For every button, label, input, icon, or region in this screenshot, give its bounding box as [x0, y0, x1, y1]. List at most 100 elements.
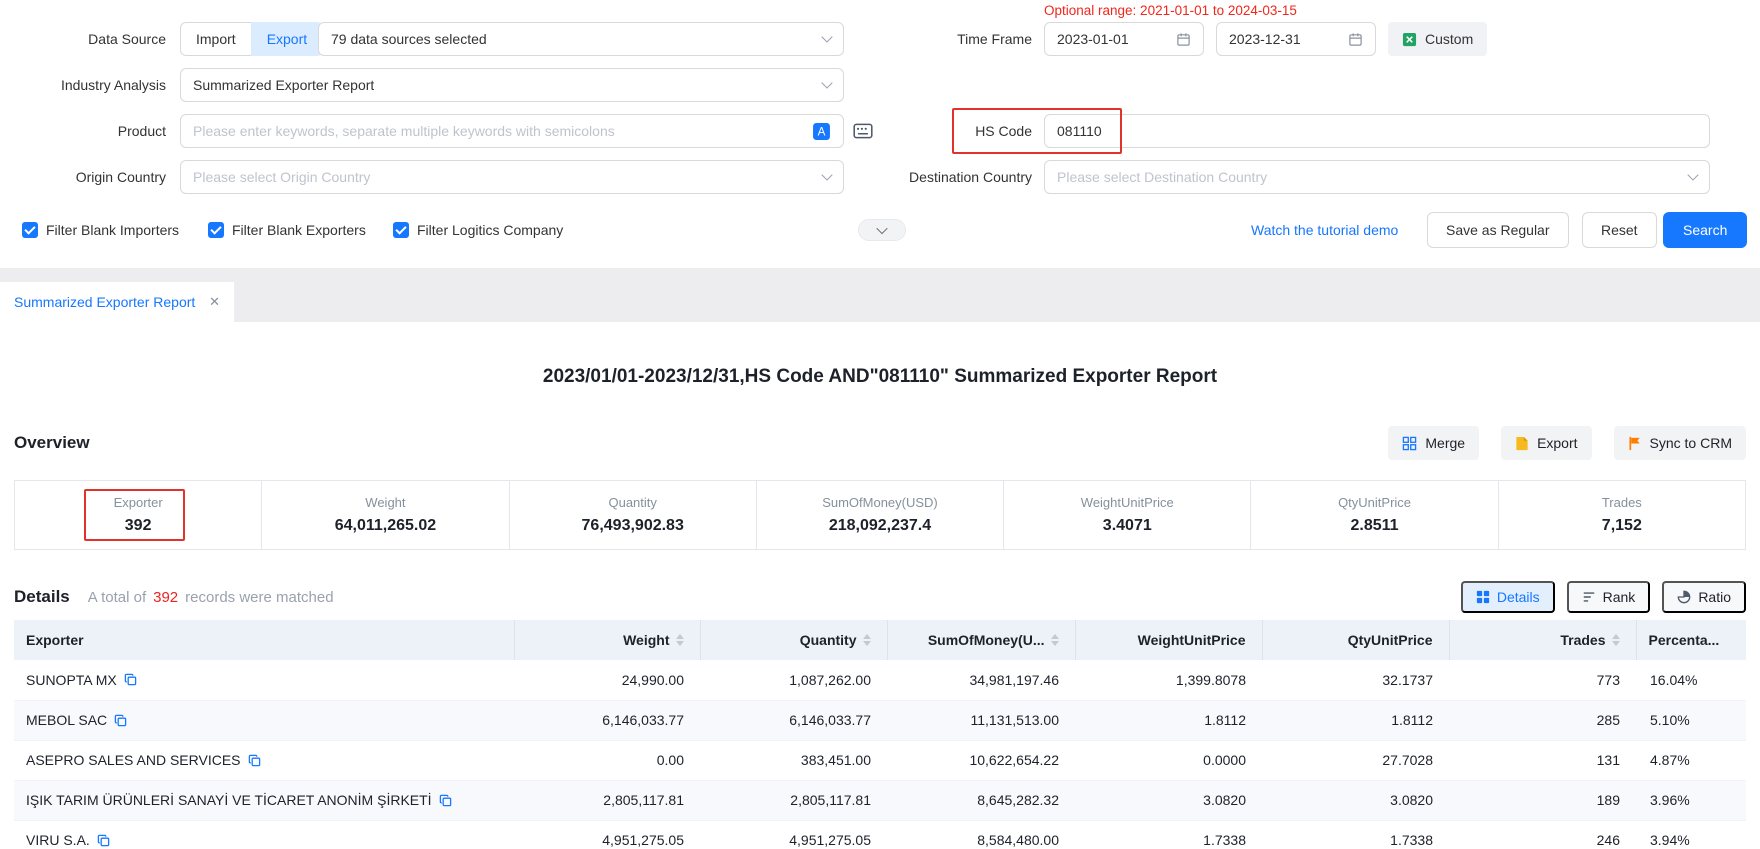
cell-qty-unit-price: 32.1737	[1262, 660, 1449, 700]
total-suffix: records were matched	[185, 589, 333, 606]
excel-icon	[1402, 32, 1417, 47]
search-button[interactable]: Search	[1663, 212, 1747, 248]
view-rank-label: Rank	[1603, 589, 1636, 605]
cell-trades: 189	[1449, 780, 1636, 820]
cell-percentage: 3.94%	[1636, 820, 1746, 849]
overview-stats: Exporter 392 Weight 64,011,265.02 Quanti…	[14, 480, 1746, 550]
product-input[interactable]	[193, 123, 804, 139]
cell-qty-unit-price: 1.8112	[1262, 700, 1449, 740]
column-header-sum-of-money[interactable]: SumOfMoney(U...	[887, 620, 1075, 660]
cell-trades: 246	[1449, 820, 1636, 849]
column-label: Weight	[623, 632, 669, 648]
checkbox-checked-icon[interactable]	[208, 222, 224, 238]
column-label: Exporter	[26, 632, 84, 648]
cell-quantity: 6,146,033.77	[700, 700, 887, 740]
filter-logitics-company-checkbox[interactable]: Filter Logitics Company	[393, 212, 563, 248]
copy-icon[interactable]	[439, 794, 452, 807]
page: Optional range: 2021-01-01 to 2024-03-15…	[0, 0, 1760, 849]
stat-quantity: Quantity 76,493,902.83	[509, 481, 756, 549]
stat-label: SumOfMoney(USD)	[822, 495, 938, 510]
checkbox-label: Filter Blank Exporters	[232, 222, 366, 238]
cell-weight-unit-price: 1.8112	[1075, 700, 1262, 740]
cell-quantity: 383,451.00	[700, 740, 887, 780]
export-toggle[interactable]: Export	[251, 22, 323, 56]
table-header-row: Exporter Weight Quantity SumOfMoney(U...…	[14, 620, 1746, 660]
overview-actions: Merge Export Sync to CRM	[1388, 426, 1746, 460]
merge-icon	[1402, 436, 1417, 451]
tutorial-link[interactable]: Watch the tutorial demo	[1251, 212, 1398, 248]
view-switcher: Details Rank Ratio	[1461, 581, 1746, 613]
save-as-regular-button[interactable]: Save as Regular	[1427, 212, 1569, 248]
cell-weight-unit-price: 3.0820	[1075, 780, 1262, 820]
start-date-input[interactable]: 2023-01-01	[1044, 22, 1204, 56]
close-icon[interactable]: ✕	[209, 294, 220, 310]
cell-trades: 773	[1449, 660, 1636, 700]
calendar-icon	[1176, 32, 1191, 47]
export-button[interactable]: Export	[1501, 426, 1591, 460]
checkbox-checked-icon[interactable]	[22, 222, 38, 238]
optional-range-note: Optional range: 2021-01-01 to 2024-03-15	[1044, 3, 1297, 18]
exporter-name[interactable]: SUNOPTA MX	[26, 672, 117, 688]
stat-value: 2.8511	[1351, 517, 1399, 535]
view-rank-button[interactable]: Rank	[1567, 581, 1651, 613]
origin-country-select[interactable]: Please select Origin Country	[180, 160, 844, 194]
copy-icon[interactable]	[124, 673, 137, 686]
merge-button[interactable]: Merge	[1388, 426, 1479, 460]
table-row: IŞIK TARIM ÜRÜNLERİ SANAYİ VE TİCARET AN…	[14, 780, 1746, 820]
collapse-filters-button[interactable]	[858, 219, 906, 241]
cell-weight-unit-price: 1,399.8078	[1075, 660, 1262, 700]
sort-icon	[1051, 634, 1059, 646]
custom-range-button[interactable]: Custom	[1388, 22, 1487, 56]
column-header-weight-unit-price: WeightUnitPrice	[1075, 620, 1262, 660]
chevron-down-icon	[821, 77, 832, 88]
column-label: QtyUnitPrice	[1348, 632, 1433, 648]
industry-analysis-select[interactable]: Summarized Exporter Report	[180, 68, 844, 102]
column-header-weight[interactable]: Weight	[514, 620, 700, 660]
column-header-quantity[interactable]: Quantity	[700, 620, 887, 660]
cell-sum-of-money: 11,131,513.00	[887, 700, 1075, 740]
stat-exporter: Exporter 392	[15, 481, 261, 549]
overview-bar: Overview Merge Export	[14, 426, 1746, 460]
column-label: SumOfMoney(U...	[928, 632, 1045, 648]
destination-country-select[interactable]: Please select Destination Country	[1044, 160, 1710, 194]
total-prefix: A total of	[88, 589, 146, 606]
tab-strip: Summarized Exporter Report ✕	[0, 268, 1760, 322]
stat-value: 7,152	[1602, 517, 1642, 535]
cell-quantity: 2,805,117.81	[700, 780, 887, 820]
checkbox-checked-icon[interactable]	[393, 222, 409, 238]
table-row: SUNOPTA MX 24,990.00 1,087,262.00 34,981…	[14, 660, 1746, 700]
exporter-name[interactable]: MEBOL SAC	[26, 712, 107, 728]
cell-qty-unit-price: 1.7338	[1262, 820, 1449, 849]
exporter-name[interactable]: VIRU S.A.	[26, 832, 90, 848]
end-date-input[interactable]: 2023-12-31	[1216, 22, 1376, 56]
stat-value: 3.4071	[1103, 517, 1152, 535]
exporter-name[interactable]: ASEPRO SALES AND SERVICES	[26, 752, 241, 768]
sync-to-crm-label: Sync to CRM	[1650, 435, 1732, 451]
column-header-trades[interactable]: Trades	[1449, 620, 1636, 660]
import-toggle[interactable]: Import	[180, 22, 251, 56]
view-ratio-button[interactable]: Ratio	[1662, 581, 1746, 613]
cell-percentage: 16.04%	[1636, 660, 1746, 700]
cell-sum-of-money: 8,645,282.32	[887, 780, 1075, 820]
copy-icon[interactable]	[114, 714, 127, 727]
cell-trades: 131	[1449, 740, 1636, 780]
copy-icon[interactable]	[97, 834, 110, 847]
reset-button[interactable]: Reset	[1582, 212, 1657, 248]
destination-country-placeholder: Please select Destination Country	[1057, 169, 1267, 185]
cell-weight: 4,951,275.05	[514, 820, 700, 849]
data-sources-select[interactable]: 79 data sources selected	[318, 22, 844, 56]
hs-code-input[interactable]: 081110	[1044, 114, 1710, 148]
destination-country-label: Destination Country	[780, 160, 1032, 194]
filter-blank-exporters-checkbox[interactable]: Filter Blank Exporters	[208, 212, 366, 248]
sync-to-crm-button[interactable]: Sync to CRM	[1614, 426, 1746, 460]
cell-quantity: 4,951,275.05	[700, 820, 887, 849]
stat-value: 76,493,902.83	[582, 517, 684, 535]
product-field: A	[180, 114, 844, 148]
view-details-button[interactable]: Details	[1461, 581, 1555, 613]
column-label: Percenta...	[1649, 632, 1720, 648]
filter-blank-importers-checkbox[interactable]: Filter Blank Importers	[22, 212, 179, 248]
copy-icon[interactable]	[248, 754, 261, 767]
tab-summarized-exporter-report[interactable]: Summarized Exporter Report ✕	[0, 282, 234, 322]
stat-label: QtyUnitPrice	[1338, 495, 1411, 510]
exporter-name[interactable]: IŞIK TARIM ÜRÜNLERİ SANAYİ VE TİCARET AN…	[26, 792, 432, 808]
